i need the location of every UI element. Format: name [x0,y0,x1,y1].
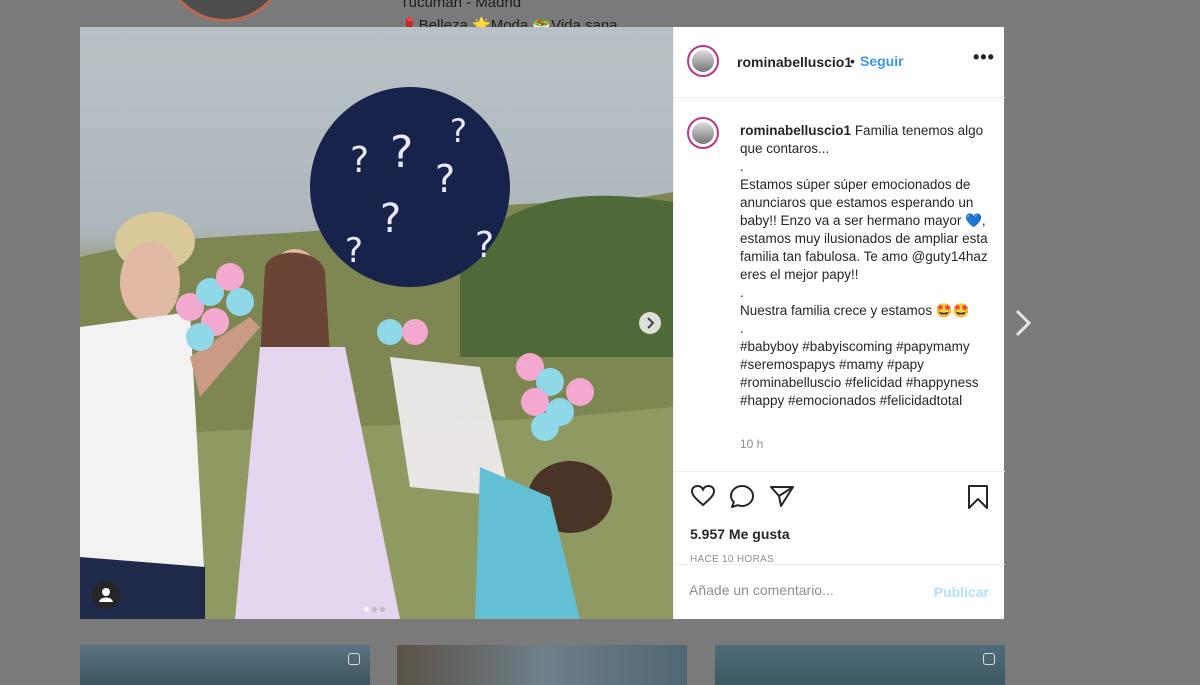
caption-line: Nuestra familia crece y estamos 🤩🤩 [740,303,970,318]
caption-line: . [740,321,744,336]
carousel-dots [364,599,388,617]
svg-text:?: ? [345,231,363,271]
photo-next-button[interactable] [639,312,661,334]
caption-line: Estamos súper súper emocionados de anunc… [740,177,988,282]
svg-text:?: ? [350,140,369,181]
separator-dot: • [850,53,855,69]
carousel-dot [380,607,385,612]
likes-count[interactable]: 5.957 Me gusta [690,526,790,542]
profile-avatar-background [163,0,287,22]
photo-illustration: ? ? ? ? ? ? ? [80,87,673,619]
comment-bar: Publicar [674,564,1005,620]
svg-text:?: ? [435,157,455,201]
carousel-indicator-icon [983,653,995,665]
grid-thumbnail[interactable] [80,645,370,685]
comment-input[interactable] [689,582,919,598]
caption-line: . [740,285,744,300]
heart-icon[interactable] [690,484,716,508]
post-sidebar: rominabelluscio1 • Seguir ••• rominabell… [673,27,1005,619]
caption-time[interactable]: 10 h [740,437,763,451]
chevron-right-icon [647,317,655,329]
author-avatar[interactable] [687,45,719,77]
grid-thumbnail[interactable] [397,645,687,685]
post-photo[interactable]: ? ? ? ? ? ? ? [80,27,673,619]
svg-text:?: ? [390,127,413,178]
user-tag-button[interactable] [92,581,120,609]
svg-text:?: ? [450,112,467,150]
caption-hashtags: #babyboy #babyiscoming #papymamy #seremo… [740,339,979,408]
post-caption: rominabelluscio1 Familia tenemos algo qu… [740,122,988,410]
comment-icon[interactable] [729,484,755,510]
carousel-indicator-icon [348,653,360,665]
author-username[interactable]: rominabelluscio1 [737,54,852,70]
caption-username[interactable]: rominabelluscio1 [740,123,851,138]
post-modal: ? ? ? ? ? ? ? rominabelluscio1 • Seguir … [80,27,1005,619]
publish-button[interactable]: Publicar [934,584,989,600]
bookmark-icon[interactable] [967,484,989,510]
svg-text:?: ? [475,225,494,266]
caption-avatar[interactable] [687,117,719,149]
post-header: rominabelluscio1 • Seguir ••• [674,27,1005,98]
profile-location: Tucumán - Madrid [400,0,522,11]
user-tag-icon [99,588,113,602]
more-options-icon[interactable]: ••• [973,47,995,68]
caption-line: . [740,159,744,174]
carousel-dot [372,607,377,612]
chevron-right-icon[interactable] [1012,307,1036,339]
grid-thumbnail[interactable] [715,645,1005,685]
follow-button[interactable]: Seguir [860,53,904,69]
svg-text:?: ? [380,196,401,242]
carousel-dot [364,607,369,612]
share-icon[interactable] [769,484,795,508]
